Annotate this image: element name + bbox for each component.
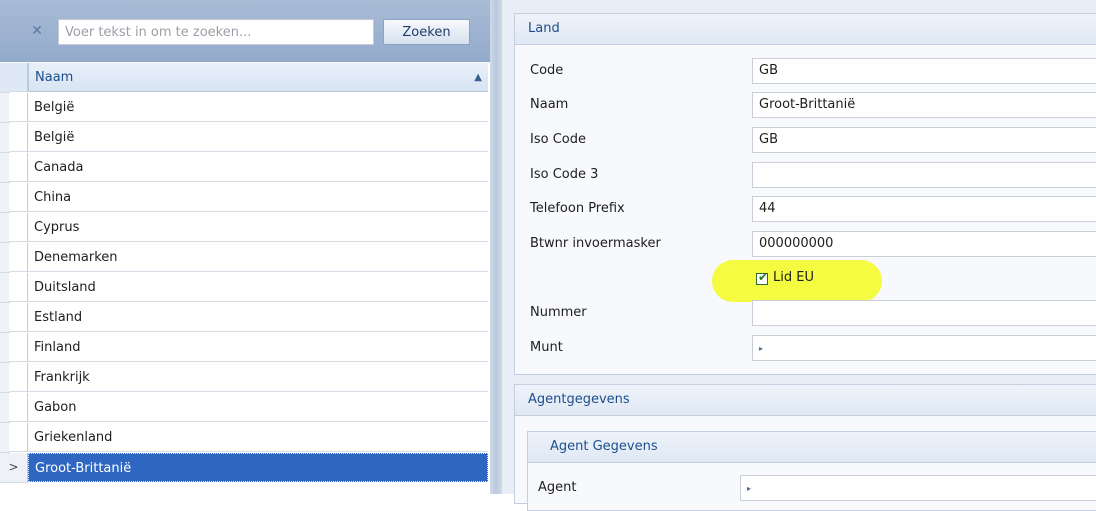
header-spacer bbox=[9, 63, 28, 92]
table-row[interactable]: China bbox=[0, 183, 490, 213]
country-name-cell[interactable]: Canada bbox=[28, 153, 488, 182]
row-spacer bbox=[9, 333, 28, 362]
row-spacer bbox=[9, 393, 28, 422]
country-name-cell[interactable]: Frankrijk bbox=[28, 363, 488, 392]
row-spacer bbox=[9, 273, 28, 302]
table-row[interactable]: Frankrijk bbox=[0, 363, 490, 393]
checkmark-icon: ✔ bbox=[757, 270, 769, 284]
naam-label: Naam bbox=[530, 97, 569, 112]
table-row[interactable]: Gabon bbox=[0, 393, 490, 423]
lid-eu-checkbox[interactable]: ✔ bbox=[756, 270, 769, 285]
row-spacer bbox=[9, 183, 28, 212]
row-spacer bbox=[9, 303, 28, 332]
column-header-label: Naam bbox=[35, 70, 74, 85]
table-row[interactable]: Estland bbox=[0, 303, 490, 333]
search-button[interactable]: Zoeken bbox=[383, 19, 470, 45]
nummer-field[interactable] bbox=[752, 300, 1096, 326]
current-row-indicator-icon: > bbox=[0, 453, 28, 483]
iso-code-label: Iso Code bbox=[530, 132, 586, 147]
pane-splitter[interactable] bbox=[490, 0, 502, 494]
country-list-pane: ✕ Zoeken Naam ▲ België België Canada Chi… bbox=[0, 0, 495, 494]
country-name-cell[interactable]: Groot-Brittanië bbox=[28, 453, 488, 482]
munt-label: Munt bbox=[530, 340, 563, 355]
agent-gegevens-title: Agent Gegevens bbox=[528, 432, 1096, 463]
grid-header-row: Naam ▲ bbox=[0, 63, 490, 93]
land-group: Land Code GB Naam Groot-Brittanië Iso Co… bbox=[514, 13, 1096, 375]
table-row[interactable]: Denemarken bbox=[0, 243, 490, 273]
table-row[interactable]: Canada bbox=[0, 153, 490, 183]
row-spacer bbox=[9, 123, 28, 152]
btwnr-mask-label: Btwnr invoermasker bbox=[530, 236, 661, 251]
iso-code-field[interactable]: GB bbox=[752, 127, 1096, 153]
expand-arrow-icon[interactable]: ▸ bbox=[747, 484, 751, 493]
country-name-cell[interactable]: Denemarken bbox=[28, 243, 488, 272]
search-input[interactable] bbox=[58, 19, 374, 45]
detail-pane: Land Code GB Naam Groot-Brittanië Iso Co… bbox=[502, 0, 1096, 511]
table-row[interactable]: Griekenland bbox=[0, 423, 490, 453]
country-name-cell[interactable]: Finland bbox=[28, 333, 488, 362]
row-spacer bbox=[9, 363, 28, 392]
country-name-cell[interactable]: Griekenland bbox=[28, 423, 488, 452]
country-name-cell[interactable]: China bbox=[28, 183, 488, 212]
telefoon-prefix-label: Telefoon Prefix bbox=[530, 201, 625, 216]
nummer-label: Nummer bbox=[530, 305, 587, 320]
country-name-cell[interactable]: Duitsland bbox=[28, 273, 488, 302]
table-row[interactable]: Duitsland bbox=[0, 273, 490, 303]
row-spacer bbox=[9, 423, 28, 452]
row-spacer bbox=[9, 93, 28, 122]
clear-search-icon[interactable]: ✕ bbox=[27, 20, 47, 42]
table-row[interactable]: Finland bbox=[0, 333, 490, 363]
table-row-selected[interactable]: > Groot-Brittanië bbox=[0, 453, 490, 483]
munt-lookup[interactable]: ▸ bbox=[752, 335, 1096, 361]
sort-ascending-icon: ▲ bbox=[474, 72, 482, 83]
agent-lookup[interactable]: ▸ bbox=[740, 475, 1096, 501]
row-spacer bbox=[9, 243, 28, 272]
country-grid: Naam ▲ België België Canada China Cyprus… bbox=[0, 63, 491, 494]
btwnr-mask-field[interactable]: 000000000 bbox=[752, 231, 1096, 257]
agent-gegevens-subgroup: Agent Gegevens Agent ▸ bbox=[527, 431, 1096, 511]
row-spacer bbox=[9, 213, 28, 242]
country-name-cell[interactable]: België bbox=[28, 93, 488, 122]
table-row[interactable]: België bbox=[0, 123, 490, 153]
column-header-naam[interactable]: Naam ▲ bbox=[28, 63, 488, 92]
row-spacer bbox=[9, 153, 28, 182]
table-row[interactable]: Cyprus bbox=[0, 213, 490, 243]
agentgegevens-title: Agentgegevens bbox=[515, 385, 1096, 416]
country-name-cell[interactable]: Gabon bbox=[28, 393, 488, 422]
country-name-cell[interactable]: België bbox=[28, 123, 488, 152]
table-row[interactable]: België bbox=[0, 93, 490, 123]
iso-code3-label: Iso Code 3 bbox=[530, 167, 599, 182]
search-bar: ✕ Zoeken bbox=[0, 0, 495, 62]
naam-field[interactable]: Groot-Brittanië bbox=[752, 92, 1096, 118]
land-group-title: Land bbox=[515, 14, 1096, 45]
lid-eu-label[interactable]: Lid EU bbox=[773, 270, 814, 285]
code-field[interactable]: GB bbox=[752, 58, 1096, 84]
code-label: Code bbox=[530, 63, 564, 78]
telefoon-prefix-field[interactable]: 44 bbox=[752, 196, 1096, 222]
country-name-cell[interactable]: Cyprus bbox=[28, 213, 488, 242]
iso-code3-field[interactable] bbox=[752, 162, 1096, 188]
agent-label: Agent bbox=[538, 480, 577, 495]
country-name-cell[interactable]: Estland bbox=[28, 303, 488, 332]
expand-arrow-icon[interactable]: ▸ bbox=[759, 344, 763, 353]
agentgegevens-group: Agentgegevens Agent Gegevens Agent ▸ bbox=[514, 384, 1096, 511]
